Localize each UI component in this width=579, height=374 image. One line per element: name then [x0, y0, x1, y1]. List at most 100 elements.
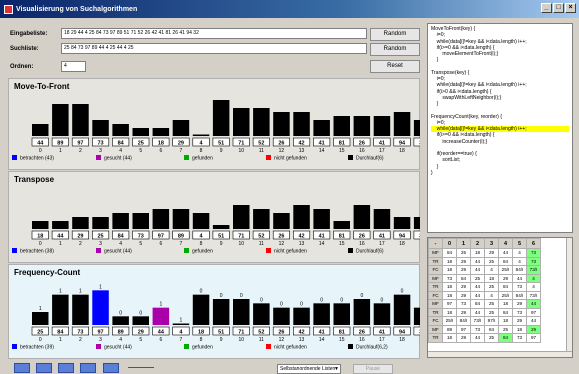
bar [212, 100, 230, 136]
index-label: 10 [238, 148, 244, 154]
index-label: 7 [180, 148, 183, 154]
minimize-button[interactable]: _ [541, 3, 552, 13]
value-label: 42 [298, 329, 304, 335]
value-label: 18 [158, 140, 164, 146]
count-label: 0 [220, 293, 223, 299]
table-vertical-scrollbar[interactable] [566, 238, 572, 357]
index-label: 11 [259, 337, 264, 343]
row-algorithm-label: FC [428, 290, 443, 300]
table-cell: 89 [442, 324, 457, 334]
orders-field[interactable]: 4 [61, 61, 86, 72]
step-forward-button[interactable] [80, 363, 96, 373]
algorithm-select-value: Selbstanordnende Listen [280, 366, 336, 372]
index-label: 13 [299, 241, 305, 247]
table-header-cell[interactable]: 4 [498, 238, 513, 249]
table-cell: 73 [512, 307, 527, 317]
legend-swatch [266, 155, 271, 160]
value-label: 32 [419, 329, 420, 335]
pause-button[interactable]: Pause [353, 364, 393, 374]
table-header-cell[interactable]: 3 [484, 238, 499, 249]
value-label: 73 [97, 140, 103, 146]
table-cell: 25 [470, 273, 485, 283]
index-label: 12 [279, 241, 285, 247]
table-cell: 25/I [498, 265, 513, 275]
bar [52, 294, 69, 325]
count-label: 0 [260, 297, 263, 303]
table-cell: 97 [526, 333, 541, 343]
value-label: 41 [379, 329, 385, 335]
index-label: 9 [220, 148, 223, 154]
algorithm-select[interactable]: Selbstanordnende Listen ▼ [277, 364, 341, 374]
legend-swatch [184, 155, 189, 160]
table-cell: 25 [484, 282, 499, 292]
table-row: MF 89 97 73 84 25 18 29 [428, 324, 541, 334]
table-horizontal-scrollbar[interactable] [428, 351, 572, 357]
table-cell: 18 [470, 248, 485, 258]
index-label: 3 [99, 148, 102, 154]
speed-slider[interactable] [128, 367, 154, 368]
play-button[interactable] [36, 363, 52, 373]
index-label: 10 [238, 241, 244, 247]
table-cell: 29 [456, 333, 471, 343]
table-cell: 97/I [484, 316, 499, 326]
table-header-cell[interactable]: 5 [512, 238, 527, 249]
table-cell: 73 [526, 256, 541, 266]
value-label: 81 [339, 233, 345, 239]
table-row: TR 18 29 44 25 84 73 4 [428, 282, 541, 292]
count-label: 0 [200, 289, 203, 295]
reset-button[interactable]: Reset [370, 60, 420, 73]
index-label: 5 [139, 241, 142, 247]
table-cell: 18 [484, 273, 499, 283]
table-row: TR 18 29 44 25 84 73 97 [428, 307, 541, 317]
table-cell: 18 [442, 307, 457, 317]
index-label: 13 [299, 148, 305, 154]
legend-swatch [348, 344, 353, 349]
table-header-cell[interactable]: 6 [526, 238, 541, 249]
input-list-label: Eingabeliste: [10, 31, 48, 37]
count-label: 1 [39, 306, 42, 312]
legend-swatch [348, 248, 353, 253]
bar [172, 120, 190, 136]
random-search-button[interactable]: Random [370, 43, 420, 56]
table-cell: 84 [456, 273, 471, 283]
bar [132, 316, 149, 325]
pseudocode-panel: MoveToFront(key) { i=0; while(data[i]!=k… [427, 23, 573, 233]
value-label: 89 [178, 233, 184, 239]
bar [353, 299, 371, 325]
stop-button[interactable] [103, 363, 119, 373]
value-label: 81 [339, 140, 345, 146]
value-label: 18 [198, 329, 204, 335]
legend-swatch [96, 248, 101, 253]
table-cell: 25 [484, 307, 499, 317]
table-cell: 44 [470, 333, 485, 343]
value-label: 84 [118, 140, 125, 146]
table-cell: 4 [526, 282, 541, 292]
table-header-cell[interactable]: - [428, 238, 443, 249]
table-cell: 29 [456, 265, 471, 275]
close-button[interactable]: × [565, 3, 576, 13]
bar [373, 209, 391, 229]
value-label: 29 [77, 233, 83, 239]
legend-swatch [184, 344, 189, 349]
value-label: 26 [359, 233, 365, 239]
step-back-button[interactable] [14, 363, 30, 373]
random-input-button[interactable]: Random [370, 28, 420, 41]
value-label: 26 [278, 329, 284, 335]
index-label: 12 [279, 148, 285, 154]
input-list-field[interactable]: 18 29 44 4 25 84 73 97 89 51 71 52 26 42… [61, 28, 367, 39]
table-header-cell[interactable]: 2 [470, 238, 485, 249]
index-label: 17 [379, 337, 385, 343]
table-row: TR 18 29 44 25 84 4 73 [428, 256, 541, 266]
chevron-down-icon: ▼ [334, 366, 339, 372]
table-header-cell[interactable]: 1 [456, 238, 471, 249]
index-label: 18 [399, 148, 405, 154]
row-algorithm-label: TR [428, 333, 443, 343]
index-label: 2 [79, 241, 82, 247]
index-label: 13 [299, 337, 305, 343]
value-label: 52 [258, 140, 264, 146]
index-label: 1 [59, 337, 62, 343]
fast-forward-button[interactable] [58, 363, 74, 373]
maximize-button[interactable]: □ [553, 3, 564, 13]
search-list-field[interactable]: 25 84 73 97 89 44 4 25 44 4 25 [61, 43, 367, 54]
table-header-cell[interactable]: 0 [442, 238, 457, 249]
